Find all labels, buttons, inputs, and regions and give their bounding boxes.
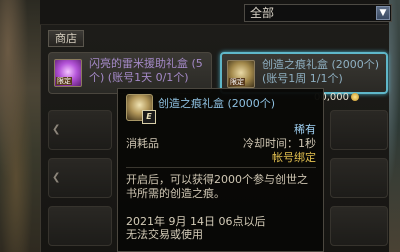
chevron-left-icon[interactable]: ❮: [52, 172, 64, 184]
divider: [126, 167, 316, 168]
shop-item-card-8[interactable]: [330, 206, 388, 246]
expire-date: 2021年 9月 14日 06点以后: [126, 215, 266, 228]
tab-shop[interactable]: 商店: [48, 30, 84, 47]
shop-item-card-7[interactable]: [48, 206, 112, 246]
tooltip-description: 开启后，可以获得2000个参与创世之书所需的创造之痕。: [126, 173, 308, 200]
item-tooltip: E 创造之痕礼盒 (2000个) 稀有 消耗品 冷却时间：1秒 帐号绑定 开启后…: [117, 88, 324, 252]
shop-item-card-6[interactable]: [330, 158, 388, 198]
tooltip-expiration: 2021年 9月 14日 06点以后 无法交易或使用: [126, 215, 316, 241]
filter-selected-value: 全部: [250, 6, 275, 20]
expire-note: 无法交易或使用: [126, 228, 203, 241]
item-title: 创造之痕礼盒 (2000个) (账号1周 1/1个): [262, 58, 380, 85]
dropdown-arrow-icon[interactable]: ▼: [376, 6, 390, 20]
category-filter-select[interactable]: 全部 ▼: [244, 4, 392, 22]
coin-icon: [351, 93, 359, 101]
background-scenery-left: [0, 0, 40, 252]
purple-gift-icon: 限定: [54, 59, 82, 87]
limited-tag: 限定: [229, 78, 245, 86]
tooltip-title: 创造之痕礼盒 (2000个): [158, 97, 276, 110]
tooltip-item-type: 消耗品: [126, 137, 159, 150]
tooltip-bind-status: 帐号绑定: [272, 151, 316, 164]
gift-bag-icon: 限定: [227, 60, 255, 88]
item-title: 闪亮的雷米援助礼盒 (5个) (账号1天 0/1个): [89, 57, 203, 84]
shop-item-card-4[interactable]: [330, 110, 388, 150]
chevron-left-icon[interactable]: ❮: [52, 124, 64, 136]
gift-bag-icon: E: [126, 94, 156, 124]
limited-tag: 限定: [56, 77, 72, 85]
equip-badge-icon: E: [142, 110, 156, 124]
